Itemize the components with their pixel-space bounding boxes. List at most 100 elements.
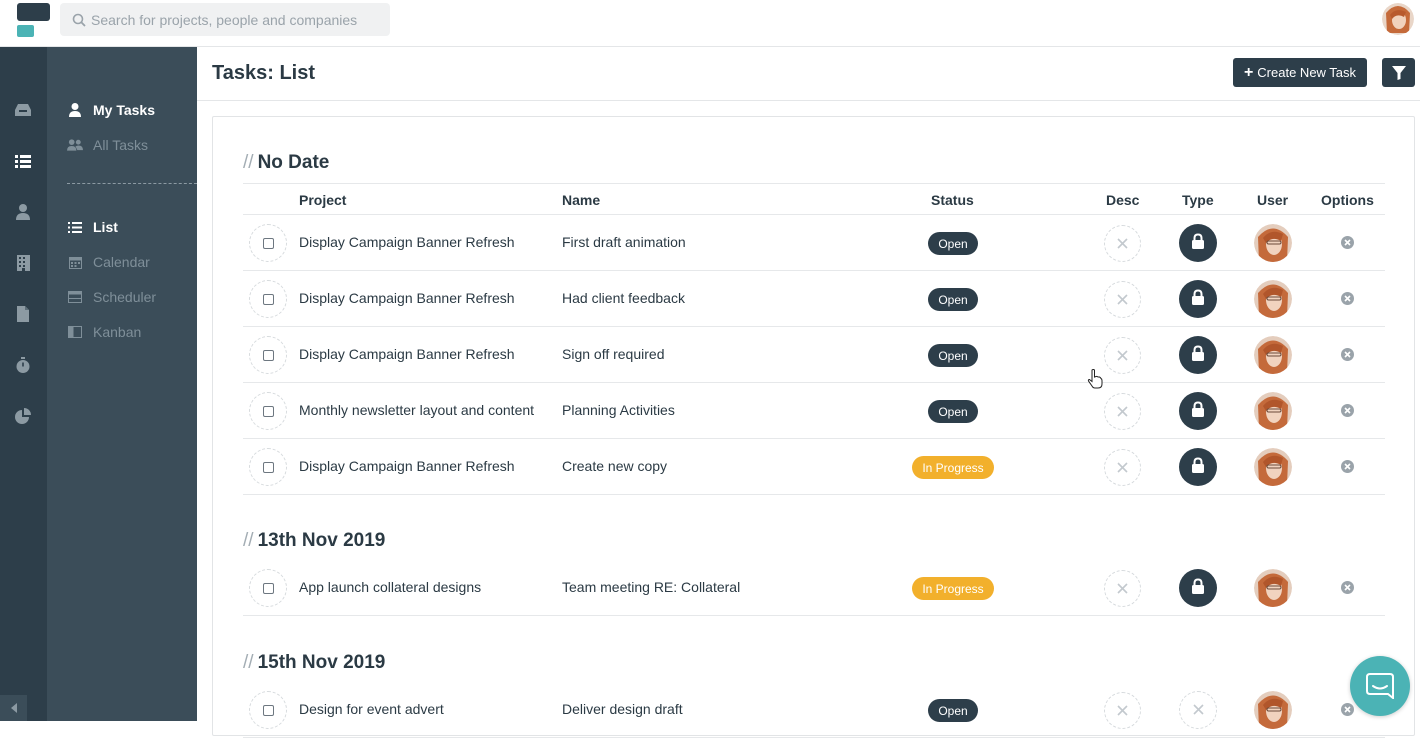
task-type-button[interactable] — [1179, 224, 1217, 262]
person-icon[interactable] — [12, 201, 34, 223]
delete-task-icon[interactable] — [1340, 403, 1355, 418]
assignee-avatar[interactable] — [1254, 691, 1292, 729]
task-project[interactable]: Monthly newsletter layout and content — [299, 402, 534, 418]
search-input[interactable] — [91, 11, 371, 28]
document-icon[interactable] — [12, 303, 34, 325]
complete-task-toggle[interactable] — [249, 224, 287, 262]
plus-icon: + — [1243, 63, 1254, 81]
task-checkbox[interactable] — [262, 237, 274, 249]
pie-chart-icon[interactable] — [12, 405, 34, 427]
app-logo[interactable] — [17, 3, 50, 37]
lock-icon — [1191, 401, 1205, 421]
chat-icon — [1366, 673, 1394, 699]
delete-task-icon[interactable] — [1340, 235, 1355, 250]
search-box[interactable] — [60, 3, 390, 36]
task-project[interactable]: Display Campaign Banner Refresh — [299, 458, 515, 474]
stopwatch-icon[interactable] — [12, 354, 34, 376]
create-new-task-button[interactable]: + Create New Task — [1233, 58, 1367, 87]
assignee-avatar[interactable] — [1254, 392, 1292, 430]
task-type-button[interactable] — [1179, 392, 1217, 430]
description-button[interactable] — [1104, 337, 1141, 374]
description-button[interactable] — [1104, 281, 1141, 318]
inbox-icon[interactable] — [12, 99, 34, 121]
nav-scheduler[interactable]: Scheduler — [67, 287, 156, 307]
complete-task-toggle[interactable] — [249, 280, 287, 318]
status-badge[interactable]: Open — [928, 699, 978, 722]
complete-task-toggle[interactable] — [249, 336, 287, 374]
list-icon[interactable] — [12, 150, 34, 172]
task-checkbox[interactable] — [262, 461, 274, 473]
nav-all-tasks[interactable]: All Tasks — [67, 135, 148, 155]
task-project[interactable]: Display Campaign Banner Refresh — [299, 346, 515, 362]
column-name[interactable]: Name — [562, 192, 600, 208]
status-badge[interactable]: Open — [928, 344, 978, 367]
task-checkbox[interactable] — [262, 405, 274, 417]
assignee-avatar[interactable] — [1254, 224, 1292, 262]
description-button[interactable] — [1104, 692, 1141, 729]
nav-list[interactable]: List — [67, 217, 118, 237]
complete-task-toggle[interactable] — [249, 691, 287, 729]
task-name[interactable]: Deliver design draft — [562, 701, 683, 717]
filter-button[interactable] — [1382, 58, 1415, 87]
task-type-button[interactable] — [1179, 569, 1217, 607]
assignee-avatar[interactable] — [1254, 569, 1292, 607]
task-type-button[interactable] — [1179, 448, 1217, 486]
description-button[interactable] — [1104, 449, 1141, 486]
task-name[interactable]: Had client feedback — [562, 290, 685, 306]
column-status[interactable]: Status — [931, 192, 974, 208]
task-project[interactable]: Display Campaign Banner Refresh — [299, 290, 515, 306]
status-badge[interactable]: In Progress — [912, 577, 994, 600]
status-badge[interactable]: In Progress — [912, 456, 994, 479]
delete-task-icon[interactable] — [1340, 459, 1355, 474]
table-row[interactable]: App launch collateral designs Team meetin… — [243, 560, 1385, 616]
description-button[interactable] — [1104, 570, 1141, 607]
delete-task-icon[interactable] — [1340, 702, 1355, 717]
table-row[interactable]: Design for event advert Deliver design dr… — [243, 682, 1385, 738]
table-row[interactable]: Display Campaign Banner Refresh First dra… — [243, 215, 1385, 271]
description-button[interactable] — [1104, 393, 1141, 430]
task-checkbox[interactable] — [262, 293, 274, 305]
description-button[interactable] — [1104, 225, 1141, 262]
status-badge[interactable]: Open — [928, 400, 978, 423]
task-type-button[interactable] — [1179, 691, 1217, 729]
delete-task-icon[interactable] — [1340, 291, 1355, 306]
table-row[interactable]: Display Campaign Banner Refresh Sign off … — [243, 327, 1385, 383]
task-project[interactable]: App launch collateral designs — [299, 579, 481, 595]
task-project[interactable]: Display Campaign Banner Refresh — [299, 234, 515, 250]
collapse-sidebar-button[interactable] — [0, 695, 27, 721]
task-project[interactable]: Design for event advert — [299, 701, 444, 717]
task-type-button[interactable] — [1179, 336, 1217, 374]
assignee-avatar[interactable] — [1254, 336, 1292, 374]
status-badge[interactable]: Open — [928, 232, 978, 255]
complete-task-toggle[interactable] — [249, 392, 287, 430]
chat-launcher-button[interactable] — [1350, 656, 1410, 716]
delete-task-icon[interactable] — [1340, 347, 1355, 362]
table-row[interactable]: Display Campaign Banner Refresh Create ne… — [243, 439, 1385, 495]
task-name[interactable]: Planning Activities — [562, 402, 675, 418]
task-checkbox[interactable] — [262, 349, 274, 361]
task-name[interactable]: Sign off required — [562, 346, 664, 362]
page-title: Tasks: List — [212, 62, 315, 84]
column-project[interactable]: Project — [299, 192, 346, 208]
user-avatar[interactable] — [1382, 3, 1414, 35]
table-row[interactable]: Monthly newsletter layout and content Pla… — [243, 383, 1385, 439]
task-checkbox[interactable] — [262, 582, 274, 594]
task-type-button[interactable] — [1179, 280, 1217, 318]
nav-my-tasks[interactable]: My Tasks — [67, 100, 155, 120]
nav-scheduler-label: Scheduler — [93, 289, 157, 305]
table-row[interactable]: Display Campaign Banner Refresh Had clien… — [243, 271, 1385, 327]
task-checkbox[interactable] — [262, 704, 274, 716]
task-name[interactable]: Team meeting RE: Collateral — [562, 579, 740, 595]
complete-task-toggle[interactable] — [249, 448, 287, 486]
nav-calendar[interactable]: Calendar — [67, 252, 150, 272]
task-name[interactable]: Create new copy — [562, 458, 667, 474]
delete-task-icon[interactable] — [1340, 580, 1355, 595]
nav-kanban[interactable]: Kanban — [67, 322, 141, 342]
status-badge[interactable]: Open — [928, 288, 978, 311]
assignee-avatar[interactable] — [1254, 280, 1292, 318]
task-name[interactable]: First draft animation — [562, 234, 686, 250]
complete-task-toggle[interactable] — [249, 569, 287, 607]
nav-calendar-label: Calendar — [93, 254, 150, 270]
assignee-avatar[interactable] — [1254, 448, 1292, 486]
building-icon[interactable] — [12, 252, 34, 274]
